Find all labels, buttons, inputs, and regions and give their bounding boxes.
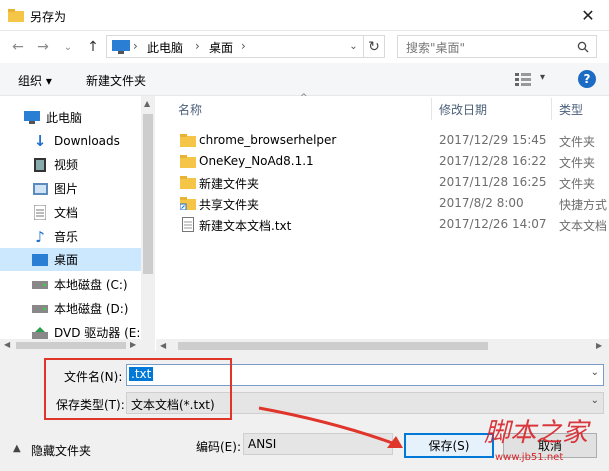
pictures-icon xyxy=(32,181,48,197)
file-type: 文本文档 xyxy=(559,219,608,233)
drive-icon xyxy=(32,301,48,317)
scroll-right-arrow-icon[interactable]: ▶ xyxy=(596,341,602,350)
search-input[interactable]: 搜索"桌面" xyxy=(397,35,597,58)
up-arrow-icon[interactable]: ↑ xyxy=(83,37,103,57)
file-date: 2017/12/29 15:45 xyxy=(439,133,547,147)
scroll-left-arrow-icon[interactable]: ◀ xyxy=(4,340,10,349)
sidebar-item-label: 本地磁盘 (C:) xyxy=(54,278,128,292)
sidebar-item-label: 文档 xyxy=(54,206,79,220)
column-header-modified[interactable]: 修改日期 xyxy=(439,96,487,122)
address-bar[interactable]: › 此电脑 › 桌面 › ⌄ ↻ xyxy=(106,35,385,58)
folder-icon xyxy=(180,176,196,189)
column-divider xyxy=(431,98,432,120)
breadcrumb-this-pc[interactable]: 此电脑 xyxy=(147,39,183,56)
command-toolbar: 组织 ▾ 新建文件夹 ▾ ? xyxy=(0,63,609,96)
annotation-arrow xyxy=(258,406,403,448)
computer-icon xyxy=(112,40,130,54)
file-date: 2017/11/28 16:25 xyxy=(439,175,547,189)
music-icon: ♪ xyxy=(35,227,45,246)
drive-icon xyxy=(32,277,48,293)
sidebar-item-label: 此电脑 xyxy=(46,111,83,125)
scroll-up-arrow-icon[interactable]: ▲ xyxy=(144,99,150,108)
folder-icon xyxy=(180,134,196,147)
scroll-right-arrow-icon[interactable]: ▶ xyxy=(130,340,136,349)
annotation-highlight-box xyxy=(44,358,232,420)
filetype-dropdown-chevron-icon[interactable]: ⌄ xyxy=(591,395,599,406)
save-as-app-icon xyxy=(8,9,24,22)
file-row[interactable]: 新建文件夹 2017/11/28 16:25 文件夹 xyxy=(171,172,609,193)
file-name: 共享文件夹 xyxy=(199,198,260,212)
title-bar: 另存为 ✕ xyxy=(0,0,609,31)
sidebar-item-label: Downloads xyxy=(54,133,120,148)
column-header-type[interactable]: 类型 xyxy=(559,96,583,122)
breadcrumb-sep-icon: › xyxy=(241,39,246,53)
column-header-name[interactable]: 名称 xyxy=(178,96,202,122)
refresh-icon[interactable]: ↻ xyxy=(363,36,384,57)
save-button[interactable]: 保存(S) xyxy=(404,433,494,458)
hide-folders-toggle[interactable]: 隐藏文件夹 xyxy=(31,442,91,459)
sidebar-item-label: 本地磁盘 (D:) xyxy=(54,302,129,316)
video-icon xyxy=(32,157,48,173)
sidebar-item-label: 图片 xyxy=(54,182,79,196)
sort-chevron-icon: ^ xyxy=(300,93,308,103)
close-icon[interactable]: ✕ xyxy=(573,3,603,27)
encoding-label: 编码(E): xyxy=(196,440,241,454)
downloads-icon: ↓ xyxy=(33,131,47,150)
file-row[interactable]: 新建文本文档.txt 2017/12/26 14:07 文本文档 xyxy=(171,214,609,235)
back-arrow-icon[interactable]: ← xyxy=(8,37,28,57)
address-dropdown-chevron-icon[interactable]: ⌄ xyxy=(343,36,363,57)
computer-icon xyxy=(24,110,40,126)
help-icon[interactable]: ? xyxy=(578,70,596,88)
file-row[interactable]: 共享文件夹 2017/8/2 8:00 快捷方式 xyxy=(171,193,609,214)
file-name: OneKey_NoAd8.1.1 xyxy=(199,154,314,168)
file-name: 新建文本文档.txt xyxy=(199,219,292,233)
recent-locations-chevron-icon[interactable]: ⌄ xyxy=(58,37,78,57)
file-type: 快捷方式 xyxy=(559,198,608,212)
desktop-icon xyxy=(32,252,48,268)
file-list-hscroll-thumb[interactable] xyxy=(178,342,488,350)
filename-dropdown-chevron-icon[interactable]: ⌄ xyxy=(591,367,599,378)
sidebar-item-label: 桌面 xyxy=(54,253,79,267)
text-file-icon xyxy=(182,217,194,232)
file-date: 2017/8/2 8:00 xyxy=(439,196,524,210)
column-divider xyxy=(551,98,552,120)
breadcrumb-sep-icon: › xyxy=(133,39,138,53)
file-date: 2017/12/26 14:07 xyxy=(439,217,547,231)
file-name: chrome_browserhelper xyxy=(199,133,337,147)
scroll-left-arrow-icon[interactable]: ◀ xyxy=(160,341,166,350)
sidebar-scroll-thumb[interactable] xyxy=(143,114,153,274)
shortcut-icon xyxy=(180,197,196,210)
file-row[interactable]: OneKey_NoAd8.1.1 2017/12/28 16:22 文件夹 xyxy=(171,151,609,172)
collapse-chevron-icon[interactable]: ▲ xyxy=(13,443,21,454)
watermark-url: www.jb51.net xyxy=(495,452,564,463)
breadcrumb-desktop[interactable]: 桌面 xyxy=(209,39,233,56)
file-name: 新建文件夹 xyxy=(199,177,260,191)
sidebar-item-label: 音乐 xyxy=(54,230,79,244)
breadcrumb-sep-icon: › xyxy=(195,39,200,53)
organize-button[interactable]: 组织 ▾ xyxy=(18,72,52,89)
search-icon xyxy=(577,41,589,53)
sidebar-hscrollbar[interactable]: ◀ ▶ xyxy=(0,339,141,351)
watermark-logo: 脚本之家 xyxy=(484,418,589,448)
view-options-icon[interactable] xyxy=(515,73,531,86)
sidebar-hscroll-thumb[interactable] xyxy=(16,342,126,349)
file-row[interactable]: chrome_browserhelper 2017/12/29 15:45 文件… xyxy=(171,130,609,151)
file-type: 文件夹 xyxy=(559,177,596,191)
forward-arrow-icon[interactable]: → xyxy=(33,37,53,57)
file-date: 2017/12/28 16:22 xyxy=(439,154,547,168)
new-folder-button[interactable]: 新建文件夹 xyxy=(86,72,146,89)
sidebar-scrollbar[interactable]: ▲ xyxy=(141,96,155,351)
folder-icon xyxy=(180,155,196,168)
documents-icon xyxy=(32,205,48,221)
window-title: 另存为 xyxy=(30,10,67,24)
view-options-chevron-icon[interactable]: ▾ xyxy=(540,72,545,83)
sidebar-item-label: 视频 xyxy=(54,158,79,172)
file-type: 文件夹 xyxy=(559,156,596,170)
file-type: 文件夹 xyxy=(559,135,596,149)
